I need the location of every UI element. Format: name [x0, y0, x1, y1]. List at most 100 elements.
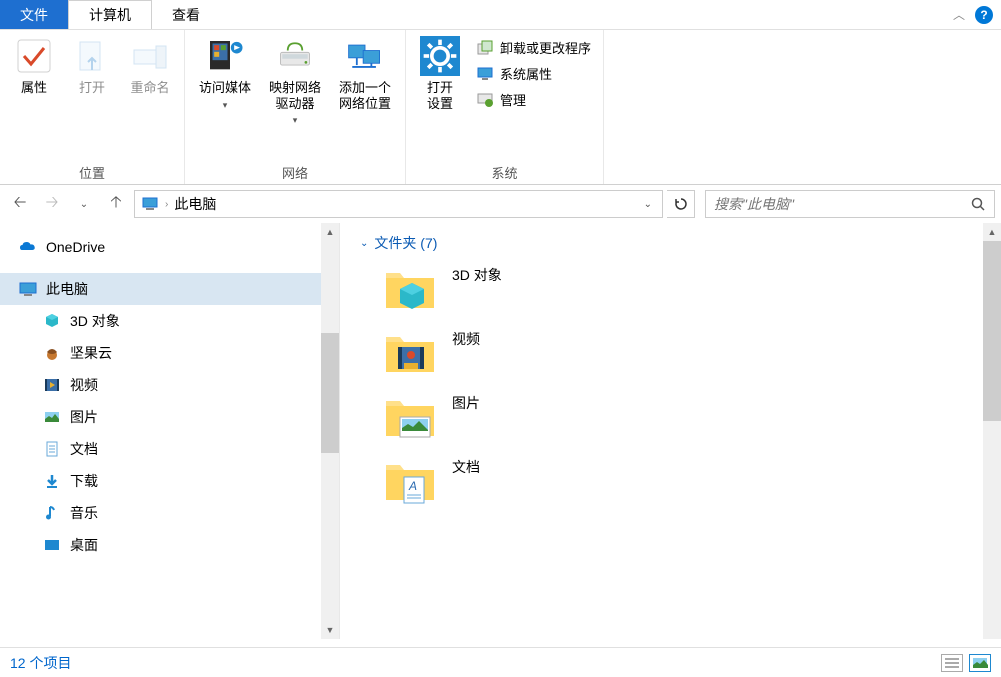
tree-label: 桌面	[70, 535, 98, 555]
rename-button[interactable]: 重命名	[124, 34, 176, 98]
tree-desktop[interactable]: 桌面	[0, 529, 339, 561]
computer-icon	[476, 65, 494, 83]
folder-label: 3D 对象	[452, 263, 502, 285]
scroll-thumb[interactable]	[321, 333, 339, 453]
scroll-up-icon[interactable]: ▲	[983, 223, 1001, 241]
main-area: OneDrive 此电脑 3D 对象 坚果云 视频 图片 文档 下载	[0, 223, 1001, 639]
media-server-icon	[205, 36, 245, 76]
group-label: 文件夹 (7)	[374, 233, 437, 253]
group-label-system: 系统	[414, 161, 595, 182]
up-button[interactable]: 🡡	[102, 190, 130, 218]
thispc-icon	[18, 279, 38, 299]
folder-videos[interactable]: 视频	[382, 327, 981, 377]
gear-icon	[420, 36, 460, 76]
uninstall-programs-button[interactable]: 卸载或更改程序	[472, 36, 595, 59]
address-dropdown-icon[interactable]: ⌄	[640, 199, 656, 210]
back-button[interactable]: 🡠	[6, 190, 34, 218]
ribbon-group-system: 打开 设置 卸载或更改程序 系统属性 管理 系统	[406, 30, 604, 184]
collapse-ribbon-icon[interactable]: ︿	[953, 6, 965, 23]
tree-onedrive[interactable]: OneDrive	[0, 231, 339, 263]
tree-thispc[interactable]: 此电脑	[0, 273, 339, 305]
history-dropdown[interactable]: ⌄	[70, 190, 98, 218]
rename-icon	[130, 36, 170, 76]
document-icon	[42, 439, 62, 459]
tree-label: 图片	[70, 407, 98, 427]
search-box[interactable]	[705, 190, 995, 218]
status-bar: 12 个项目	[0, 647, 1001, 677]
uninstall-label: 卸载或更改程序	[500, 38, 591, 57]
ribbon-group-location: 属性 打开 重命名 位置	[0, 30, 185, 184]
onedrive-icon	[18, 237, 38, 257]
folder-icon	[382, 263, 438, 313]
svg-text:A: A	[408, 479, 417, 493]
tree-3d-objects[interactable]: 3D 对象	[0, 305, 339, 337]
forward-button[interactable]: 🡢	[38, 190, 66, 218]
manage-icon	[476, 91, 494, 109]
open-settings-button[interactable]: 打开 设置	[414, 34, 466, 113]
folder-icon	[382, 327, 438, 377]
network-drive-icon	[275, 36, 315, 76]
open-icon	[72, 36, 112, 76]
uninstall-icon	[476, 39, 494, 57]
video-icon	[42, 375, 62, 395]
tree-documents[interactable]: 文档	[0, 433, 339, 465]
tree-label: 此电脑	[46, 279, 88, 299]
tree-music[interactable]: 音乐	[0, 497, 339, 529]
checkmark-icon	[14, 36, 54, 76]
dropdown-icon: ▾	[293, 115, 298, 126]
folder-3d-objects[interactable]: 3D 对象	[382, 263, 981, 313]
system-properties-button[interactable]: 系统属性	[472, 62, 595, 85]
add-network-location-button[interactable]: 添加一个 网络位置	[333, 34, 397, 113]
tree-downloads[interactable]: 下载	[0, 465, 339, 497]
cube-icon	[42, 311, 62, 331]
scroll-up-icon[interactable]: ▲	[321, 223, 339, 241]
download-icon	[42, 471, 62, 491]
music-icon	[42, 503, 62, 523]
view-details-button[interactable]	[941, 654, 963, 672]
properties-button[interactable]: 属性	[8, 34, 60, 98]
rename-label: 重命名	[130, 80, 169, 96]
tree-videos[interactable]: 视频	[0, 369, 339, 401]
access-media-button[interactable]: 访问媒体 ▾	[193, 34, 257, 112]
nut-icon	[42, 343, 62, 363]
search-icon[interactable]	[970, 196, 986, 212]
help-icon[interactable]: ?	[975, 6, 993, 24]
tree-label: 下载	[70, 471, 98, 491]
scroll-down-icon[interactable]: ▼	[321, 621, 339, 639]
tab-file[interactable]: 文件	[0, 0, 68, 29]
scroll-thumb[interactable]	[983, 241, 1001, 421]
tab-computer[interactable]: 计算机	[68, 0, 152, 29]
add-location-label: 添加一个 网络位置	[339, 80, 391, 111]
chevron-right-icon: ›	[165, 199, 168, 210]
desktop-icon	[42, 535, 62, 555]
tree-label: 坚果云	[70, 343, 112, 363]
search-input[interactable]	[714, 196, 970, 212]
address-bar[interactable]: › 此电脑 ⌄	[134, 190, 663, 218]
content-scrollbar[interactable]: ▲	[983, 223, 1001, 639]
tree-label: 文档	[70, 439, 98, 459]
tab-view[interactable]: 查看	[152, 0, 220, 29]
content-pane: ⌄ 文件夹 (7) 3D 对象 视频 图片 A 文档	[340, 223, 1001, 639]
tree-pictures[interactable]: 图片	[0, 401, 339, 433]
open-button[interactable]: 打开	[66, 34, 118, 98]
folder-pictures[interactable]: 图片	[382, 391, 981, 441]
ribbon-tabbar: 文件 计算机 查看 ︿ ?	[0, 0, 1001, 30]
refresh-button[interactable]	[667, 190, 695, 218]
folder-label: 图片	[452, 391, 480, 413]
tree-label: OneDrive	[46, 239, 105, 255]
thispc-icon	[141, 195, 159, 213]
folder-documents[interactable]: A 文档	[382, 455, 981, 505]
sidebar-scrollbar[interactable]: ▲ ▼	[321, 223, 339, 639]
map-drive-button[interactable]: 映射网络 驱动器 ▾	[263, 34, 327, 128]
ribbon-group-network: 访问媒体 ▾ 映射网络 驱动器 ▾ 添加一个 网络位置 网络	[185, 30, 406, 184]
manage-button[interactable]: 管理	[472, 88, 595, 111]
access-media-label: 访问媒体	[199, 80, 251, 96]
ribbon: 属性 打开 重命名 位置 访问媒体	[0, 30, 1001, 185]
tree-jianguoyun[interactable]: 坚果云	[0, 337, 339, 369]
group-label-network: 网络	[193, 161, 397, 182]
group-header-folders[interactable]: ⌄ 文件夹 (7)	[360, 233, 981, 253]
navigation-bar: 🡠 🡢 ⌄ 🡡 › 此电脑 ⌄	[0, 185, 1001, 223]
navigation-pane: OneDrive 此电脑 3D 对象 坚果云 视频 图片 文档 下载	[0, 223, 340, 639]
view-large-icons-button[interactable]	[969, 654, 991, 672]
tree-label: 视频	[70, 375, 98, 395]
